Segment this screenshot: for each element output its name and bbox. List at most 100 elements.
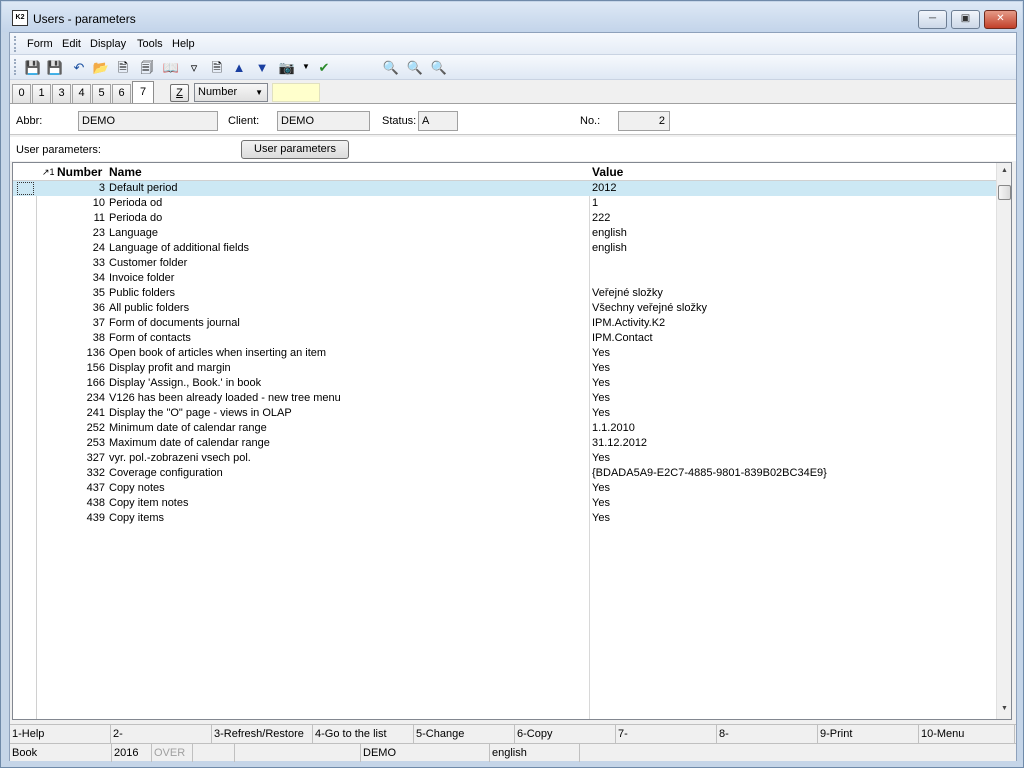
filter-icon[interactable]: ▿ bbox=[185, 59, 203, 75]
table-row[interactable]: 38 Form of contacts IPM.Contact bbox=[13, 331, 996, 346]
sort-indicator-icon: ↗1 bbox=[42, 167, 55, 177]
cell-name: Copy item notes bbox=[109, 497, 189, 509]
table-row[interactable]: 36 All public folders Všechny veřejné slož… bbox=[13, 301, 996, 316]
fkey-6[interactable]: 6-Copy bbox=[515, 725, 616, 743]
toolbar-grip[interactable] bbox=[14, 59, 17, 75]
tab-3[interactable]: 3 bbox=[52, 84, 71, 103]
title-bar[interactable]: K2 Users - parameters ─ ▣ ✕ bbox=[2, 2, 1022, 32]
table-row[interactable]: 332 Coverage configuration {BDADA5A9-E2C7-… bbox=[13, 466, 996, 481]
table-row[interactable]: 24 Language of additional fields english bbox=[13, 241, 996, 256]
cell-value: 1 bbox=[592, 197, 599, 209]
cell-number: 234 bbox=[86, 392, 105, 404]
fkey-10[interactable]: 10-Menu bbox=[919, 725, 1015, 743]
user-parameters-button[interactable]: User parameters bbox=[241, 140, 349, 159]
table-row[interactable]: 241 Display the "O" page - views in OLAP Y… bbox=[13, 406, 996, 421]
fkey-7[interactable]: 7- bbox=[616, 725, 717, 743]
table-row[interactable]: 35 Public folders Veřejné složky bbox=[13, 286, 996, 301]
table-row[interactable]: 234 V126 has been already loaded - new tr… bbox=[13, 391, 996, 406]
tab-6[interactable]: 6 bbox=[112, 84, 131, 103]
function-key-bar: 1-Help 2- 3-Refresh/Restore 4-Go to the lis… bbox=[10, 724, 1016, 743]
menu-display[interactable]: Display bbox=[90, 38, 126, 50]
no-field[interactable]: 2 bbox=[618, 111, 670, 131]
table-row[interactable]: 437 Copy notes Yes bbox=[13, 481, 996, 496]
table-row[interactable]: 37 Form of documents journal IPM.Activity.… bbox=[13, 316, 996, 331]
fkey-5[interactable]: 5-Change bbox=[414, 725, 515, 743]
tab-7[interactable]: 7 bbox=[132, 81, 154, 103]
save-icon[interactable]: 💾 bbox=[24, 59, 42, 75]
scroll-thumb[interactable] bbox=[998, 185, 1011, 200]
cell-value: Yes bbox=[592, 392, 610, 404]
table-row[interactable]: 438 Copy item notes Yes bbox=[13, 496, 996, 511]
column-header-number[interactable]: Number bbox=[57, 165, 102, 179]
menubar-grip[interactable] bbox=[14, 36, 17, 52]
fkey-3[interactable]: 3-Refresh/Restore bbox=[212, 725, 313, 743]
quick-search-field[interactable] bbox=[272, 83, 320, 102]
abbr-label: Abbr: bbox=[16, 115, 43, 127]
abbr-field[interactable]: DEMO bbox=[78, 111, 218, 131]
vertical-scrollbar[interactable]: ▲ ▼ bbox=[996, 163, 1011, 719]
menu-bar: Form Edit Display Tools Help bbox=[10, 33, 1016, 55]
status-book: Book bbox=[10, 744, 112, 762]
tab-0[interactable]: 0 bbox=[12, 84, 31, 103]
table-row[interactable]: 10 Perioda od 1 bbox=[13, 196, 996, 211]
table-row[interactable]: 136 Open book of articles when inserting … bbox=[13, 346, 996, 361]
cell-name: Perioda od bbox=[109, 197, 163, 209]
cell-name: Customer folder bbox=[109, 257, 188, 269]
sort-combo[interactable]: Number ▼ bbox=[194, 83, 268, 102]
column-header-value[interactable]: Value bbox=[592, 165, 623, 179]
open-folder-icon[interactable]: 📂 bbox=[92, 59, 110, 75]
column-header-name[interactable]: Name bbox=[109, 165, 142, 179]
table-row[interactable]: 327 vyr. pol.-zobrazeni vsech pol. Yes bbox=[13, 451, 996, 466]
menu-help[interactable]: Help bbox=[172, 38, 195, 50]
check-export-icon[interactable]: ✔ bbox=[315, 59, 333, 75]
cell-number: 33 bbox=[92, 257, 105, 269]
fkey-1[interactable]: 1-Help bbox=[10, 725, 111, 743]
find-icon[interactable]: 🔍 bbox=[382, 59, 400, 75]
tab-1[interactable]: 1 bbox=[32, 84, 51, 103]
fkey-4[interactable]: 4-Go to the list bbox=[313, 725, 414, 743]
table-row[interactable]: 252 Minimum date of calendar range 1.1.201… bbox=[13, 421, 996, 436]
table-row[interactable]: 33 Customer folder bbox=[13, 256, 996, 271]
table-row[interactable]: 11 Perioda do 222 bbox=[13, 211, 996, 226]
parameters-grid[interactable]: ↗1 Number Name Value 3 Default period 2012… bbox=[12, 162, 1012, 720]
status-field[interactable]: A bbox=[418, 111, 458, 131]
tab-5[interactable]: 5 bbox=[92, 84, 111, 103]
arrow-up-icon[interactable]: ▲ bbox=[230, 59, 248, 75]
table-row[interactable]: 3 Default period 2012 bbox=[13, 181, 996, 196]
cell-name: Copy items bbox=[109, 512, 165, 524]
find-next-icon[interactable]: 🔍 bbox=[406, 59, 424, 75]
new-document-icon[interactable]: 🗎 bbox=[114, 59, 132, 75]
fkey-9[interactable]: 9-Print bbox=[818, 725, 919, 743]
scroll-down-icon[interactable]: ▼ bbox=[997, 701, 1011, 717]
save-as-icon[interactable]: 💾 bbox=[46, 59, 64, 75]
table-row[interactable]: 23 Language english bbox=[13, 226, 996, 241]
find-previous-icon[interactable]: 🔍 bbox=[430, 59, 448, 75]
maximize-button[interactable]: ▣ bbox=[951, 10, 980, 29]
table-row[interactable]: 34 Invoice folder bbox=[13, 271, 996, 286]
fkey-8[interactable]: 8- bbox=[717, 725, 818, 743]
camera-icon[interactable]: 📷 bbox=[278, 59, 296, 75]
status-language: english bbox=[490, 744, 580, 762]
minimize-button[interactable]: ─ bbox=[918, 10, 947, 29]
table-row[interactable]: 156 Display profit and margin Yes bbox=[13, 361, 996, 376]
menu-edit[interactable]: Edit bbox=[62, 38, 81, 50]
close-button[interactable]: ✕ bbox=[984, 10, 1017, 29]
scroll-up-icon[interactable]: ▲ bbox=[997, 163, 1011, 179]
filter-document-icon[interactable]: 🗎 bbox=[208, 59, 226, 75]
table-row[interactable]: 253 Maximum date of calendar range 31.12.2… bbox=[13, 436, 996, 451]
arrow-down-icon[interactable]: ▼ bbox=[253, 59, 271, 75]
camera-dropdown-icon[interactable]: ▼ bbox=[297, 59, 315, 75]
table-row[interactable]: 439 Copy items Yes bbox=[13, 511, 996, 526]
undo-icon[interactable]: ↶ bbox=[70, 59, 88, 75]
z-button[interactable]: Z bbox=[170, 84, 189, 102]
no-label: No.: bbox=[580, 115, 601, 127]
menu-form[interactable]: Form bbox=[27, 38, 53, 50]
menu-tools[interactable]: Tools bbox=[137, 38, 163, 50]
cell-value: Yes bbox=[592, 497, 610, 509]
book-icon[interactable]: 📖 bbox=[162, 59, 180, 75]
fkey-2[interactable]: 2- bbox=[111, 725, 212, 743]
copy-document-icon[interactable]: 🗐 bbox=[138, 59, 156, 75]
client-field[interactable]: DEMO bbox=[277, 111, 370, 131]
tab-4[interactable]: 4 bbox=[72, 84, 91, 103]
table-row[interactable]: 166 Display 'Assign., Book.' in book Yes bbox=[13, 376, 996, 391]
